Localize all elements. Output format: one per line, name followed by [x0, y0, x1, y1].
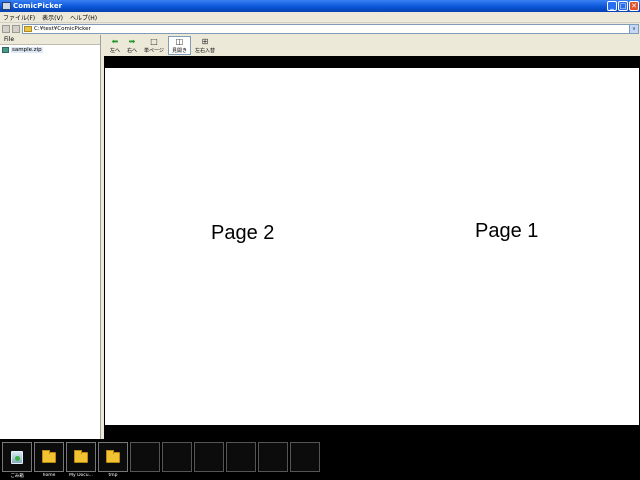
- app-icon: [2, 2, 11, 10]
- recycle-bin-icon: [11, 450, 23, 464]
- move-left-button[interactable]: ⬅ 左へ: [107, 36, 123, 55]
- right-page-label: Page 1: [475, 220, 539, 242]
- single-page-icon: □: [150, 36, 158, 46]
- file-item-label: sample.zip: [11, 46, 43, 53]
- menu-view[interactable]: 表示(V): [42, 13, 63, 22]
- minimize-button[interactable]: _: [607, 1, 617, 11]
- file-item-sample-zip[interactable]: sample.zip: [0, 45, 100, 54]
- page-spread[interactable]: Page 2 Page 1: [105, 68, 639, 425]
- folder-icon: [74, 449, 88, 463]
- address-path: C:¥test¥ComicPicker: [34, 26, 91, 32]
- thumbnail-bar: ごみ箱 home My Docu... tmp: [0, 439, 640, 480]
- menu-bar: ファイル(F) 表示(V) ヘルプ(H): [0, 12, 640, 23]
- taskbar-slot-empty[interactable]: [290, 442, 320, 480]
- left-arrow-icon: ⬅: [111, 36, 119, 46]
- viewer-toolbar: ⬅ 左へ ➡ 右へ □ 単ページ ◫ 見開き ⊞ 左右入替: [104, 35, 640, 56]
- address-field[interactable]: C:¥test¥ComicPicker ∨: [22, 24, 639, 34]
- taskbar-slot-empty[interactable]: [130, 442, 160, 480]
- menu-file[interactable]: ファイル(F): [3, 13, 35, 22]
- taskbar-slot-empty[interactable]: [258, 442, 288, 480]
- swap-icon: ⊞: [201, 36, 209, 46]
- spread-view-button[interactable]: ◫ 見開き: [167, 36, 191, 55]
- file-tree-header[interactable]: File: [0, 35, 100, 45]
- taskbar-item-home[interactable]: home: [34, 442, 64, 480]
- taskbar-slot-empty[interactable]: [226, 442, 256, 480]
- view-toggle-button[interactable]: [12, 25, 20, 33]
- folder-icon: [24, 26, 32, 32]
- right-arrow-icon: ➡: [128, 36, 136, 46]
- up-folder-button[interactable]: [2, 25, 10, 33]
- left-page-label: Page 2: [211, 222, 275, 244]
- move-right-button[interactable]: ➡ 右へ: [124, 36, 140, 55]
- spread-icon: ◫: [175, 36, 184, 46]
- folder-icon: [106, 449, 120, 463]
- taskbar-item-tmp[interactable]: tmp: [98, 442, 128, 480]
- taskbar-item-recycle-bin[interactable]: ごみ箱: [2, 442, 32, 480]
- swap-pages-button[interactable]: ⊞ 左右入替: [192, 36, 218, 55]
- title-bar[interactable]: ComicPicker _ □ ✕: [0, 0, 640, 12]
- viewer-panel: ⬅ 左へ ➡ 右へ □ 単ページ ◫ 見開き ⊞ 左右入替 Page 2 Pag…: [104, 35, 640, 439]
- file-tree-panel: File sample.zip: [0, 35, 101, 439]
- page-stage: Page 2 Page 1: [104, 56, 640, 439]
- folder-icon: [42, 449, 56, 463]
- window-title: ComicPicker: [13, 2, 63, 10]
- single-page-button[interactable]: □ 単ページ: [141, 36, 167, 55]
- zip-file-icon: [2, 46, 9, 53]
- address-dropdown-button[interactable]: ∨: [629, 25, 638, 33]
- taskbar-slot-empty[interactable]: [194, 442, 224, 480]
- close-button[interactable]: ✕: [629, 1, 639, 11]
- maximize-button[interactable]: □: [618, 1, 628, 11]
- window-controls: _ □ ✕: [607, 1, 639, 11]
- taskbar-slot-empty[interactable]: [162, 442, 192, 480]
- menu-help[interactable]: ヘルプ(H): [70, 13, 97, 22]
- address-bar: C:¥test¥ComicPicker ∨: [0, 23, 640, 35]
- taskbar-item-my-documents[interactable]: My Docu...: [66, 442, 96, 480]
